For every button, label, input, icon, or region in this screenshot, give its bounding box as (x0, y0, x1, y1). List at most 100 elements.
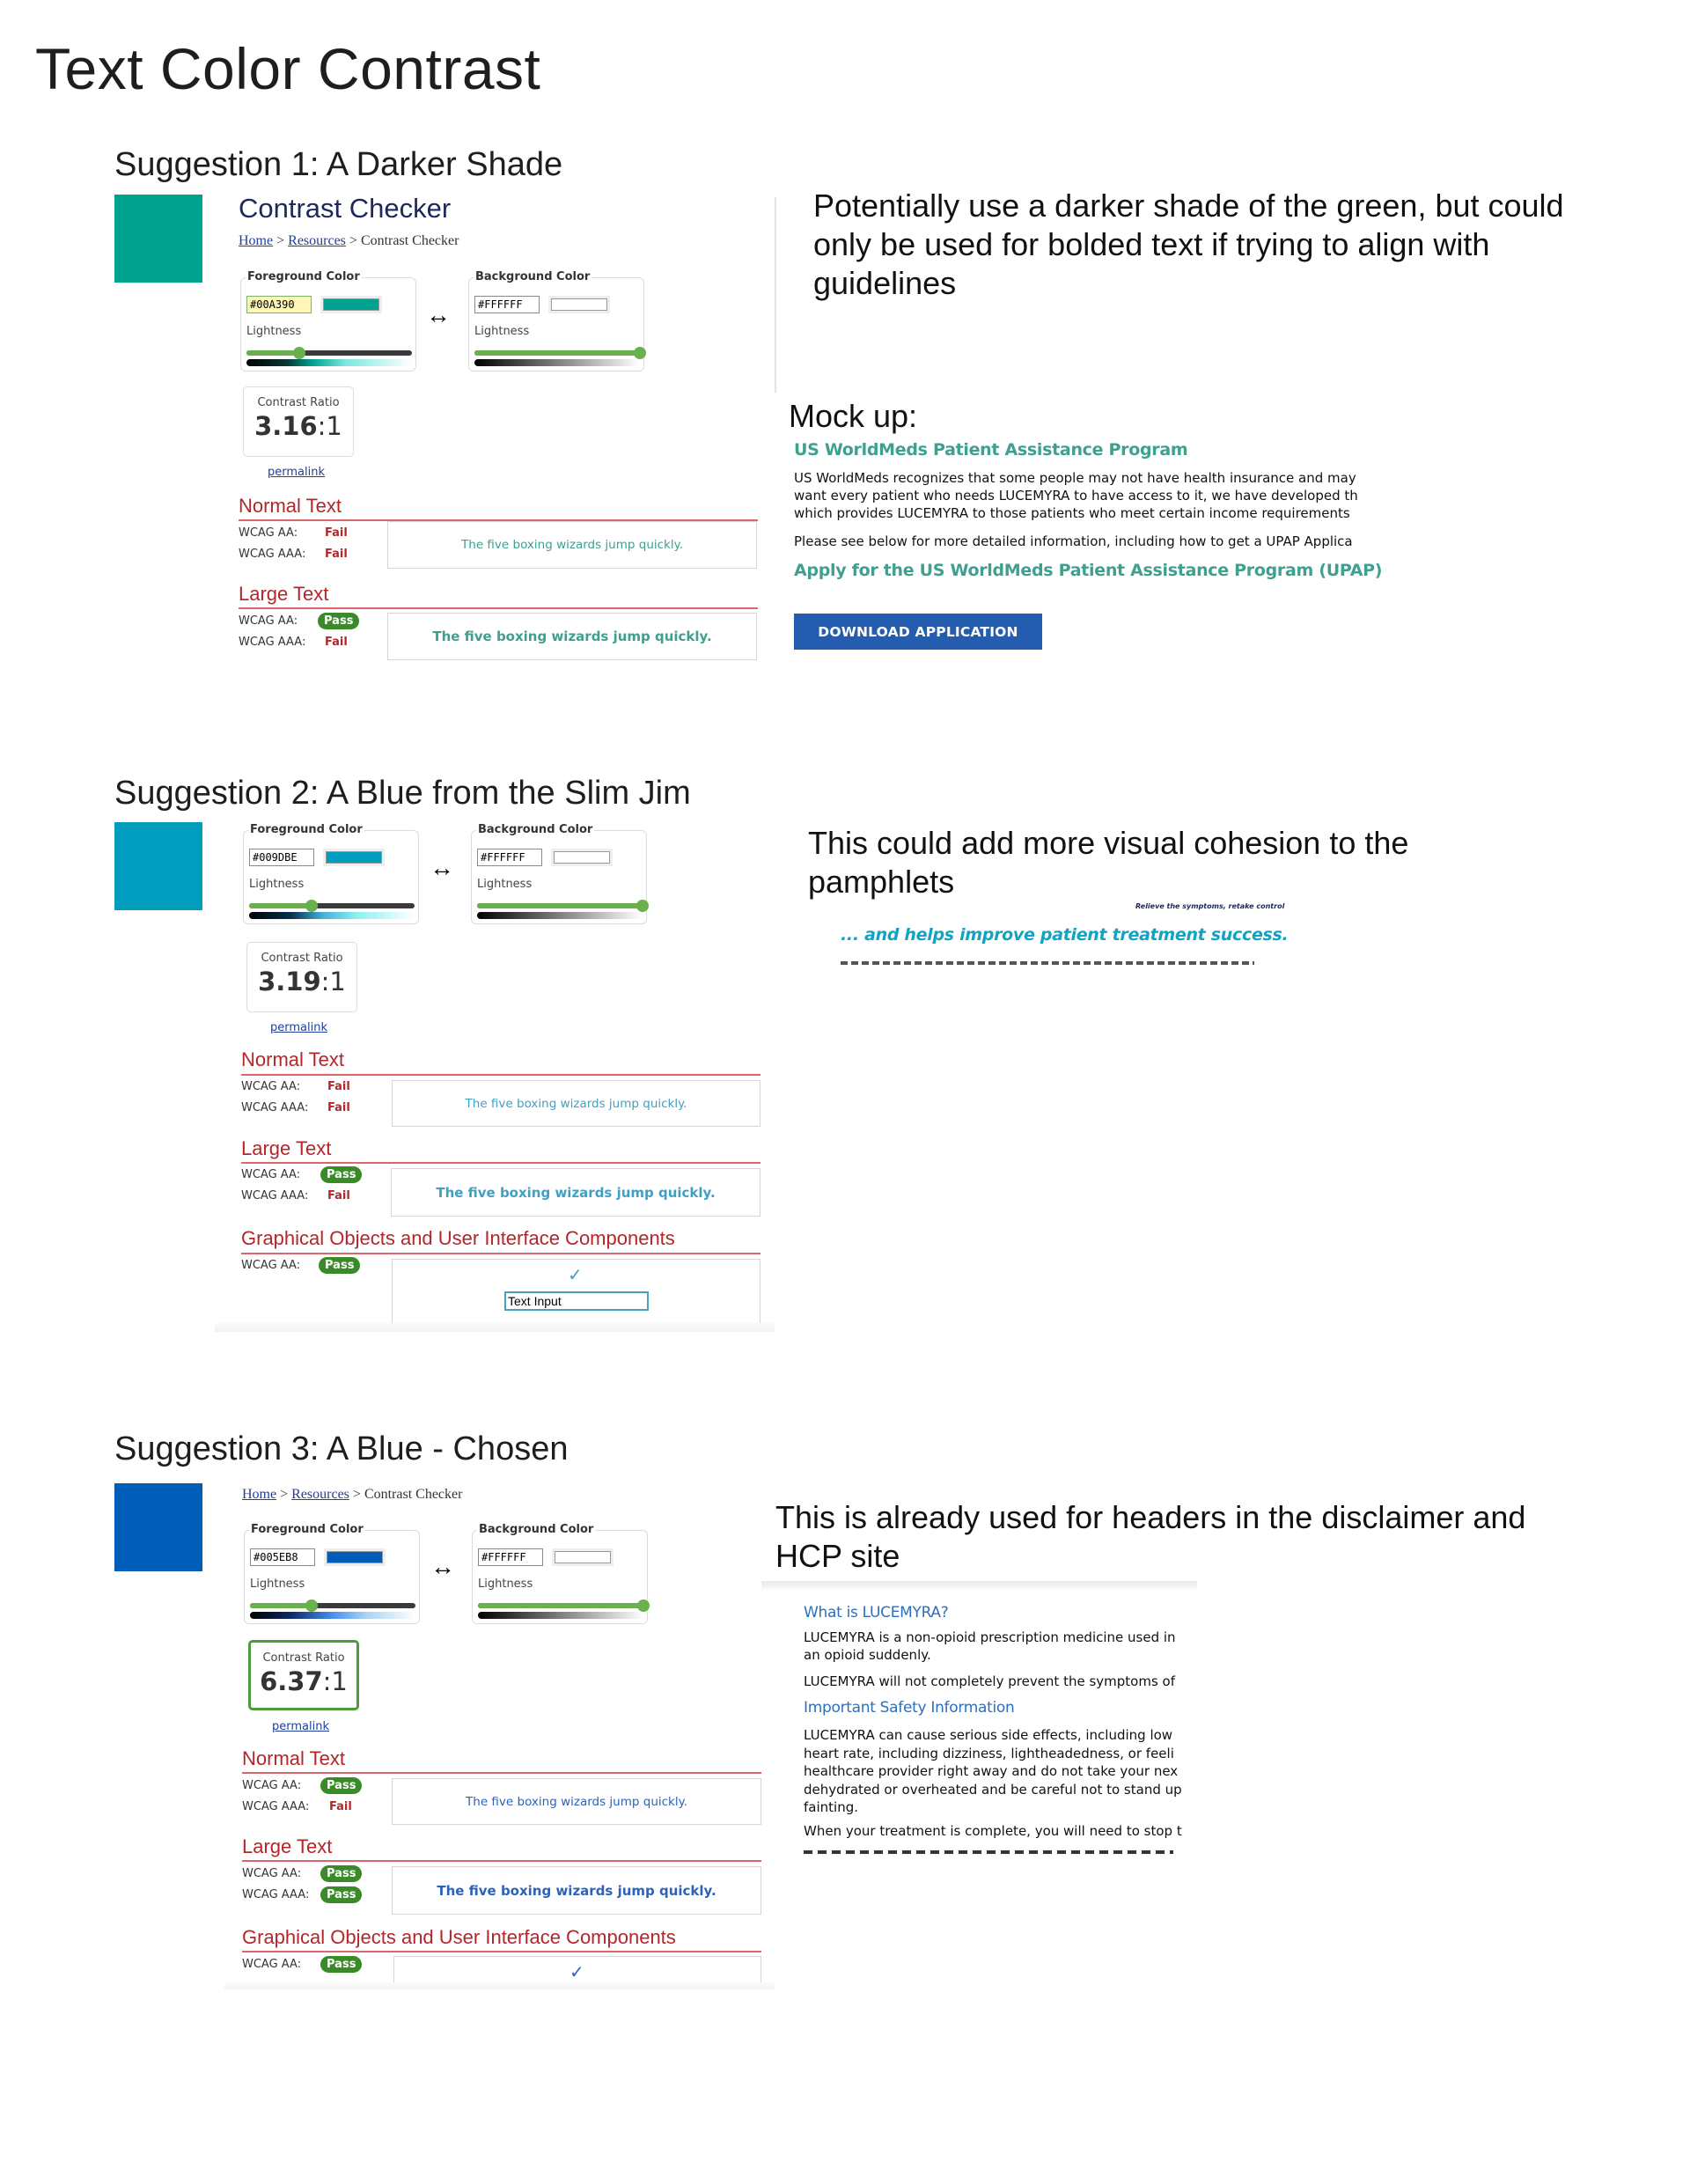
wcag-aa-label: WCAG AA: (242, 1779, 302, 1792)
large-text-sample: The five boxing wizards jump quickly. (387, 613, 757, 660)
lightness-label: Lightness (249, 878, 305, 891)
permalink-link[interactable]: permalink (270, 1021, 327, 1034)
wcag-aa-label: WCAG AA: (241, 1080, 301, 1093)
background-color-picker[interactable] (552, 1548, 614, 1566)
mockup-subheading[interactable]: Apply for the US WorldMeds Patient Assis… (794, 561, 1382, 580)
breadcrumb-current: Contrast Checker (364, 1487, 463, 1502)
swap-colors-icon[interactable]: ↔ (430, 854, 454, 882)
foreground-color-picker[interactable] (324, 1548, 386, 1566)
wcag-aaa-label: WCAG AAA: (241, 1101, 309, 1114)
breadcrumb-separator: > (349, 233, 357, 248)
foreground-color-panel: Foreground Color #00A390 Lightness (240, 270, 416, 371)
status-badge: Fail (325, 548, 348, 561)
slider-thumb[interactable] (637, 1599, 650, 1612)
mockup-paragraph: LUCEMYRA is a non-opioid prescription me… (804, 1629, 1176, 1663)
status-badge: Fail (325, 526, 348, 540)
wcag-aa-label: WCAG AA: (239, 614, 298, 628)
normal-text-heading: Normal Text (239, 495, 342, 517)
graphical-objects-heading: Graphical Objects and User Interface Com… (242, 1926, 676, 1948)
mockup-label: Mock up: (789, 398, 918, 434)
foreground-lightness-slider[interactable] (246, 347, 412, 359)
background-hex-input[interactable]: #FFFFFF (474, 296, 540, 313)
contrast-ratio-value: 6.37:1 (260, 1666, 348, 1696)
wcag-aa-label: WCAG AA: (242, 1867, 302, 1880)
breadcrumb-separator: > (352, 1487, 361, 1502)
foreground-color-picker[interactable] (320, 296, 382, 313)
foreground-lightness-slider[interactable] (250, 1599, 415, 1612)
status-badge: Fail (327, 1101, 350, 1114)
foreground-hex-input[interactable]: #009DBE (249, 849, 314, 866)
download-application-button[interactable]: DOWNLOAD APPLICATION (794, 614, 1042, 650)
suggestion-1-swatch (114, 195, 202, 283)
breadcrumb-separator: > (280, 1487, 289, 1502)
background-legend: Background Color (477, 1523, 596, 1536)
breadcrumb-home-link[interactable]: Home (239, 233, 273, 248)
contrast-ratio-label: Contrast Ratio (257, 396, 340, 409)
background-lightness-slider[interactable] (477, 900, 649, 912)
graphical-objects-heading: Graphical Objects and User Interface Com… (241, 1227, 675, 1249)
slider-thumb[interactable] (293, 347, 306, 359)
lightness-label: Lightness (250, 1577, 305, 1591)
foreground-lightness-slider[interactable] (249, 900, 415, 912)
slider-thumb[interactable] (636, 900, 649, 912)
swap-colors-icon[interactable]: ↔ (426, 301, 451, 329)
large-text-heading: Large Text (241, 1137, 332, 1159)
background-color-picker[interactable] (548, 296, 610, 313)
status-badge: Fail (327, 1080, 350, 1093)
breadcrumb-resources-link[interactable]: Resources (291, 1487, 349, 1502)
slider-thumb[interactable] (305, 900, 319, 912)
background-hex-input[interactable]: #FFFFFF (478, 1548, 543, 1566)
status-badge: Pass (320, 1865, 363, 1882)
foreground-color-picker[interactable] (323, 849, 385, 866)
large-text-heading: Large Text (242, 1835, 333, 1857)
section-divider (242, 1772, 761, 1774)
normal-text-sample: The five boxing wizards jump quickly. (387, 521, 757, 569)
foreground-gradient (250, 1612, 415, 1619)
foreground-hex-input[interactable]: #005EB8 (250, 1548, 315, 1566)
foreground-hex-input[interactable]: #00A390 (246, 296, 312, 313)
foreground-legend: Foreground Color (248, 823, 364, 836)
wcag-aa-label: WCAG AA: (242, 1958, 302, 1971)
contrast-ratio-value: 3.19:1 (258, 967, 346, 996)
normal-text-sample: The five boxing wizards jump quickly. (392, 1778, 761, 1825)
permalink-link[interactable]: permalink (268, 466, 325, 479)
lightness-label: Lightness (474, 325, 530, 338)
vertical-divider (775, 197, 776, 393)
breadcrumb-resources-link[interactable]: Resources (288, 233, 346, 248)
status-badge: Fail (329, 1800, 352, 1813)
slider-thumb[interactable] (305, 1599, 318, 1612)
large-text-sample: The five boxing wizards jump quickly. (392, 1866, 761, 1915)
foreground-color-panel: Foreground Color #005EB8 Lightness (244, 1523, 420, 1624)
suggestion-2-swatch (114, 822, 202, 910)
cutoff-text (804, 1850, 1173, 1854)
pamphlet-cutoff-text (841, 961, 1254, 965)
screenshot-edge (761, 1581, 1197, 1590)
background-color-picker[interactable] (551, 849, 613, 866)
suggestion-3-swatch (114, 1483, 202, 1571)
status-badge: Pass (319, 1257, 361, 1274)
background-color-panel: Background Color #FFFFFF Lightness (468, 270, 646, 371)
section-divider (239, 607, 758, 609)
foreground-color-panel: Foreground Color #009DBE Lightness (243, 823, 419, 924)
swap-colors-icon[interactable]: ↔ (430, 1553, 455, 1581)
breadcrumb-separator: > (276, 233, 285, 248)
text-input-sample[interactable]: Text Input (504, 1291, 649, 1311)
section-divider (241, 1162, 760, 1164)
status-badge: Fail (325, 636, 348, 649)
mockup-paragraph: Please see below for more detailed infor… (794, 533, 1353, 549)
permalink-link[interactable]: permalink (272, 1720, 329, 1733)
breadcrumb-home-link[interactable]: Home (242, 1487, 276, 1502)
large-text-heading: Large Text (239, 583, 329, 605)
background-legend: Background Color (474, 270, 592, 283)
mockup-paragraph: LUCEMYRA will not completely prevent the… (804, 1673, 1176, 1689)
background-lightness-slider[interactable] (474, 347, 646, 359)
normal-text-heading: Normal Text (241, 1048, 344, 1070)
background-hex-input[interactable]: #FFFFFF (477, 849, 542, 866)
suggestion-2-title: Suggestion 2: A Blue from the Slim Jim (114, 775, 691, 812)
slider-thumb[interactable] (634, 347, 646, 359)
hcp-site-mockup: What is LUCEMYRA? LUCEMYRA is a non-opio… (761, 1590, 1197, 1854)
background-lightness-slider[interactable] (478, 1599, 650, 1612)
normal-text-sample: The five boxing wizards jump quickly. (392, 1080, 760, 1127)
screenshot-edge (215, 1323, 775, 1332)
mockup-paragraph: LUCEMYRA can cause serious side effects,… (804, 1727, 1182, 1815)
